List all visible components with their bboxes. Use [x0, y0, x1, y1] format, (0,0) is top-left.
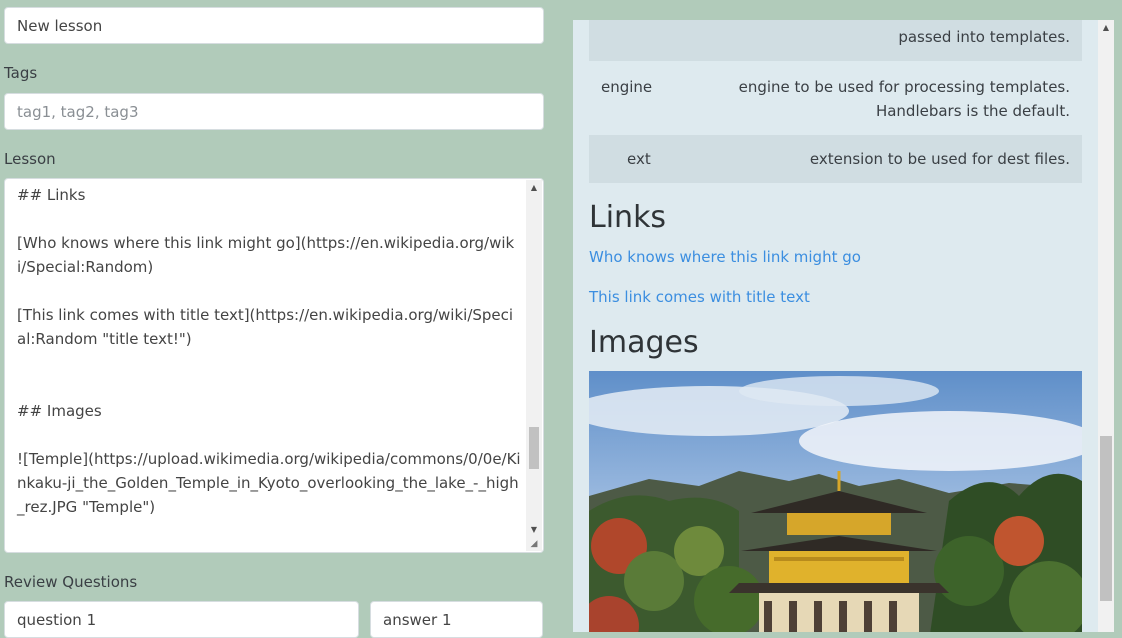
- random-link[interactable]: Who knows where this link might go: [589, 248, 861, 266]
- options-table: passed into templates. engine engine to …: [589, 20, 1082, 183]
- answer-input[interactable]: [370, 601, 543, 638]
- tags-label: Tags: [4, 64, 38, 82]
- title-text-link[interactable]: This link comes with title text: [589, 288, 810, 306]
- lesson-textarea[interactable]: ## Links [Who knows where this link migh…: [4, 178, 544, 553]
- table-cell-desc-line: engine to be used for processing templat…: [738, 78, 1070, 96]
- tags-input[interactable]: [4, 93, 544, 130]
- table-cell-name: engine: [601, 78, 653, 96]
- lesson-label: Lesson: [4, 150, 56, 168]
- table-row: ext extension to be used for dest files.: [589, 135, 1082, 183]
- preview-scrollbar-thumb[interactable]: [1100, 436, 1112, 601]
- table-row: passed into templates.: [589, 20, 1082, 61]
- table-cell-desc-line: Handlebars is the default.: [875, 102, 1070, 120]
- table-cell-desc: engine to be used for processing templat…: [739, 75, 1070, 123]
- images-heading: Images: [589, 325, 699, 360]
- scroll-up-arrow-icon[interactable]: ▲: [1098, 20, 1114, 36]
- scroll-up-arrow-icon[interactable]: ▲: [526, 180, 542, 196]
- lesson-scrollbar[interactable]: ▲ ▼: [526, 180, 542, 538]
- lesson-scrollbar-thumb[interactable]: [529, 427, 539, 469]
- question-input[interactable]: [4, 601, 359, 638]
- lesson-textarea-content[interactable]: ## Links [Who knows where this link migh…: [17, 183, 522, 519]
- table-cell-desc: passed into templates.: [898, 28, 1070, 46]
- review-questions-label: Review Questions: [4, 573, 138, 591]
- preview-scrollbar[interactable]: ▲: [1098, 20, 1114, 632]
- table-cell-name: ext: [627, 150, 651, 168]
- table-row: engine engine to be used for processing …: [589, 61, 1082, 135]
- resize-grip-icon[interactable]: ◢: [526, 538, 542, 551]
- links-heading: Links: [589, 200, 667, 235]
- lesson-preview: passed into templates. engine engine to …: [573, 20, 1098, 632]
- scroll-down-arrow-icon[interactable]: ▼: [526, 522, 542, 538]
- table-cell-desc: extension to be used for dest files.: [809, 150, 1070, 168]
- lesson-title-input[interactable]: [4, 7, 544, 44]
- temple-image: [589, 371, 1082, 632]
